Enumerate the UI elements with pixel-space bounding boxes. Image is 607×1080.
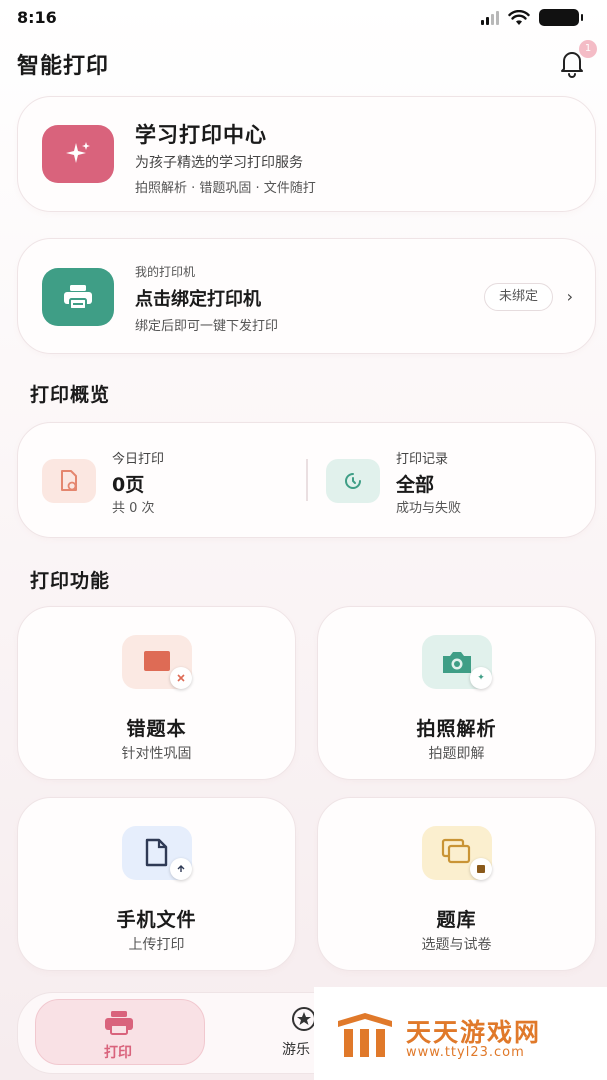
feature-subtitle: 上传打印	[128, 937, 185, 953]
tab-print-label: 打印	[104, 1045, 132, 1061]
feature-subtitle: 针对性巩固	[121, 746, 192, 762]
printer-subtitle: 绑定后即可一键下发打印	[135, 319, 279, 334]
status-time: 8:16	[17, 8, 57, 27]
feature-wrong-questions[interactable]: 错题本 针对性巩固	[17, 606, 296, 780]
learning-print-center-card[interactable]: 学习打印中心 为孩子精选的学习打印服务 拍照解析 · 错题巩固 · 文件随打	[17, 96, 596, 212]
watermark: 天天游戏网 www.ttyl23.com	[314, 987, 607, 1080]
overview-divider	[306, 459, 308, 501]
watermark-url: www.ttyl23.com	[406, 1045, 525, 1060]
feature-phone-files[interactable]: 手机文件 上传打印	[17, 797, 296, 971]
watermark-logo-icon	[338, 1013, 392, 1057]
today-print-label: 今日打印	[112, 452, 165, 467]
chevron-right-icon: ›	[566, 287, 573, 306]
camera-icon: ✦	[422, 635, 492, 689]
print-overview-card: 今日打印 0页 共 0 次 打印记录 全部 成功与失败	[17, 422, 596, 538]
feature-question-bank[interactable]: 题库 选题与试卷	[317, 797, 596, 971]
feature-title: 手机文件	[116, 909, 197, 931]
watermark-name: 天天游戏网	[406, 1018, 542, 1047]
printer-tab-icon	[105, 1011, 133, 1035]
print-records-label: 打印记录	[396, 452, 449, 467]
notification-badge: 1	[579, 40, 597, 58]
printer-icon	[42, 268, 114, 326]
battery-icon	[539, 9, 583, 26]
features-section-title: 打印功能	[30, 570, 111, 592]
history-icon	[326, 459, 380, 503]
notification-button[interactable]: 1	[555, 40, 597, 80]
printer-title: 点击绑定打印机	[135, 289, 261, 310]
overview-section-title: 打印概览	[30, 384, 111, 406]
today-print-count: 共 0 次	[112, 501, 155, 516]
feature-photo-analysis[interactable]: ✦ 拍照解析 拍题即解	[317, 606, 596, 780]
feature-subtitle: 拍题即解	[428, 746, 485, 762]
question-bank-icon	[422, 826, 492, 880]
print-records-sub: 成功与失败	[396, 501, 462, 516]
tab-play-label: 游乐	[282, 1042, 310, 1058]
print-document-icon	[42, 459, 96, 503]
printer-label: 我的打印机	[135, 265, 196, 279]
print-records-value: 全部	[396, 474, 435, 496]
hero-tags: 拍照解析 · 错题巩固 · 文件随打	[135, 181, 316, 196]
cellular-signal-icon	[481, 10, 499, 25]
status-bar: 8:16	[0, 0, 607, 38]
today-print-value: 0页	[112, 474, 145, 496]
tab-print[interactable]: 打印	[35, 999, 205, 1065]
feature-title: 拍照解析	[416, 718, 497, 740]
hero-subtitle: 为孩子精选的学习打印服务	[135, 155, 303, 171]
wrong-questions-icon	[122, 635, 192, 689]
status-icons	[481, 9, 583, 26]
feature-subtitle: 选题与试卷	[421, 937, 492, 953]
page-title: 智能打印	[17, 54, 110, 79]
wifi-icon	[508, 9, 530, 25]
file-upload-icon	[122, 826, 192, 880]
printer-status-badge: 未绑定	[483, 283, 553, 311]
sparkle-icon	[42, 125, 114, 183]
feature-title: 错题本	[126, 718, 187, 740]
bind-printer-card[interactable]: 我的打印机 点击绑定打印机 绑定后即可一键下发打印 未绑定 ›	[17, 238, 596, 354]
hero-title: 学习打印中心	[135, 123, 267, 147]
feature-title: 题库	[436, 909, 477, 931]
